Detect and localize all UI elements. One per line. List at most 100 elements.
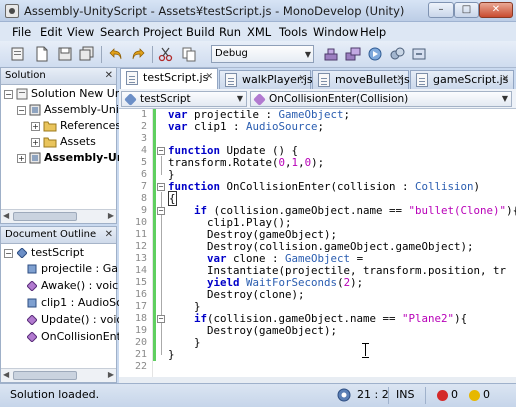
menu-build[interactable]: Build: [186, 25, 215, 39]
tree-item-label: References: [60, 119, 122, 132]
attach-icon[interactable]: [411, 46, 427, 62]
scroll-right-icon[interactable]: ▶: [108, 370, 114, 379]
menu-view[interactable]: View: [67, 25, 94, 39]
tab-gamescript[interactable]: gameScript.js ✕: [410, 70, 514, 89]
expander-icon[interactable]: +: [31, 138, 40, 147]
line-number: 7: [140, 181, 147, 192]
rebuild-icon[interactable]: [345, 46, 361, 62]
solution-panel-header: Solution ✕: [1, 68, 116, 85]
expander-icon[interactable]: +: [31, 122, 40, 131]
cursor-position: 21 : 2: [357, 388, 389, 401]
title-bar: Assembly-UnityScript - Assets¥testScript…: [0, 0, 516, 22]
save-all-icon[interactable]: [79, 46, 95, 62]
redo-icon[interactable]: [130, 46, 146, 62]
chevron-down-icon: ▼: [304, 50, 311, 59]
toolbar: Debug ▼: [0, 41, 516, 68]
configuration-select[interactable]: Debug ▼: [211, 45, 314, 63]
outline-horizontal-scrollbar[interactable]: ◀ ▶: [1, 368, 116, 382]
warning-icon[interactable]: [469, 390, 480, 401]
method-icon: [253, 93, 266, 106]
cut-icon[interactable]: [158, 46, 174, 62]
build-icon[interactable]: [323, 46, 339, 62]
tab-movebullet[interactable]: moveBullet.js ✕: [312, 70, 410, 89]
menu-help[interactable]: Help: [360, 25, 386, 39]
solution-horizontal-scrollbar[interactable]: ◀ ▶: [1, 209, 116, 223]
code-editor[interactable]: 1 2 3 4 5 6 7 8 9 10 11 12 13 14 15 16 1…: [119, 109, 516, 377]
expander-icon[interactable]: −: [4, 90, 13, 99]
line-number: 8: [140, 193, 147, 204]
tab-walkplayer[interactable]: walkPlayer.js ✕: [219, 70, 313, 89]
configuration-value: Debug: [215, 48, 248, 59]
close-icon[interactable]: ✕: [298, 71, 306, 88]
outline-item-label: clip1 : AudioSc: [41, 296, 123, 309]
expander-icon[interactable]: +: [17, 154, 26, 163]
minimize-button[interactable]: –: [428, 2, 454, 18]
expander-icon[interactable]: −: [17, 106, 26, 115]
line-number: 13: [134, 253, 147, 264]
scrollbar-thumb[interactable]: [13, 371, 77, 380]
line-number: 12: [134, 241, 147, 252]
project-icon: [29, 104, 41, 116]
scroll-right-icon[interactable]: ▶: [108, 211, 114, 220]
run-icon[interactable]: [367, 46, 383, 62]
line-number: 1: [140, 109, 147, 120]
copy-icon[interactable]: [181, 46, 197, 62]
solution-panel-title: Solution: [5, 70, 46, 81]
close-icon[interactable]: ✕: [396, 71, 404, 88]
fold-toggle-icon[interactable]: −: [157, 183, 165, 191]
class-selector[interactable]: testScript ▼: [121, 91, 247, 107]
chevron-down-icon: ▼: [236, 94, 243, 103]
menu-project[interactable]: Project: [143, 25, 182, 39]
close-icon[interactable]: ✕: [105, 227, 113, 243]
monodevelop-app-icon: [5, 4, 19, 18]
line-number: 10: [134, 217, 147, 228]
outline-item-label: projectile : Ga: [41, 262, 119, 275]
outline-panel-header: Document Outline ✕: [1, 227, 116, 244]
class-icon: [124, 93, 137, 106]
menu-xml[interactable]: XML: [247, 25, 271, 39]
member-selector[interactable]: OnCollisionEnter(Collision) ▼: [250, 91, 512, 107]
menu-file[interactable]: File: [12, 25, 31, 39]
expander-icon[interactable]: −: [4, 249, 13, 258]
undo-icon[interactable]: [108, 46, 124, 62]
tree-item-label: Solution New Uni: [31, 87, 125, 100]
script-file-icon: [126, 71, 138, 85]
close-button[interactable]: ✕: [479, 2, 513, 18]
line-number: 21: [134, 349, 147, 360]
script-file-icon: [318, 73, 330, 87]
line-number: 6: [140, 169, 147, 180]
close-icon[interactable]: ✕: [205, 69, 213, 86]
class-icon: [17, 248, 27, 258]
menu-tools[interactable]: Tools: [279, 25, 307, 39]
scroll-left-icon[interactable]: ◀: [3, 370, 9, 379]
fold-toggle-icon[interactable]: −: [157, 207, 165, 215]
line-number: 5: [140, 157, 147, 168]
scrollbar-thumb[interactable]: [13, 212, 77, 221]
outline-panel-title: Document Outline: [5, 229, 97, 240]
line-number: 16: [134, 289, 147, 300]
tab-testscript[interactable]: testScript.js ✕: [120, 68, 218, 89]
line-number: 14: [134, 265, 147, 276]
new-file-icon[interactable]: [34, 46, 50, 62]
menu-run[interactable]: Run: [219, 25, 241, 39]
fold-toggle-icon[interactable]: −: [157, 147, 165, 155]
maximize-button[interactable]: □: [454, 2, 479, 18]
new-solution-icon[interactable]: [10, 46, 26, 62]
fold-toggle-icon[interactable]: −: [157, 315, 165, 323]
project-icon: [29, 152, 41, 164]
save-icon[interactable]: [57, 46, 73, 62]
line-number: 19: [134, 325, 147, 336]
close-icon[interactable]: ✕: [105, 68, 113, 84]
error-icon[interactable]: [437, 390, 448, 401]
close-icon[interactable]: ✕: [501, 71, 509, 88]
line-number: 3: [140, 133, 147, 144]
field-icon: [27, 264, 37, 274]
scroll-left-icon[interactable]: ◀: [3, 211, 9, 220]
menu-window[interactable]: Window: [313, 25, 358, 39]
debug-icon[interactable]: [389, 46, 405, 62]
status-message: Solution loaded.: [10, 388, 100, 401]
menu-search[interactable]: Search: [100, 25, 140, 39]
menu-edit[interactable]: Edit: [40, 25, 62, 39]
fold-guide: [161, 156, 162, 175]
error-count: 0: [451, 388, 458, 401]
